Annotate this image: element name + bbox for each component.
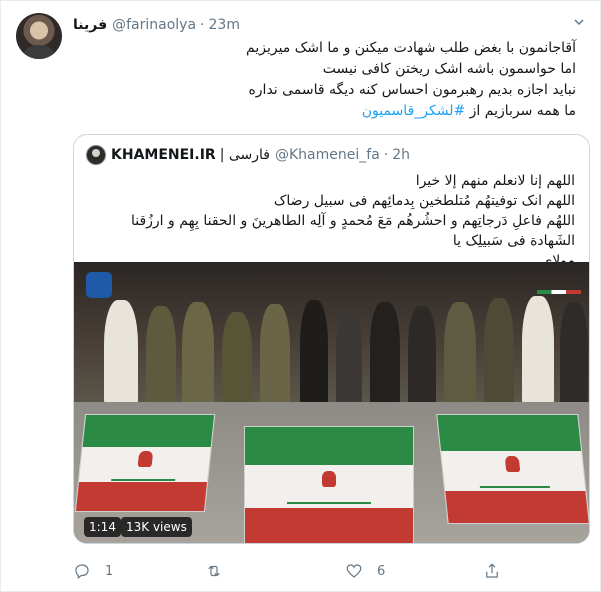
- hashtag-link[interactable]: #لشکر_قاسمیون: [362, 103, 465, 119]
- broadcaster-logo: [86, 272, 112, 298]
- video-duration-badge: 1:14: [84, 517, 121, 537]
- video-figure: [146, 306, 176, 410]
- video-figure: [222, 312, 252, 410]
- quoted-author-name-suffix: | فارسی: [219, 147, 270, 163]
- reply-count: 1: [105, 563, 114, 579]
- video-figure: [560, 302, 588, 410]
- video-figure: [260, 304, 290, 410]
- tweet-card[interactable]: فرينا @farinaolya · 23m آقاجانمون با بغض…: [0, 0, 601, 592]
- quoted-text-line: اللهم إنا لانعلم منهم إلا خيرا: [415, 173, 575, 189]
- quoted-author-name: KHAMENEI.IR: [111, 147, 216, 163]
- quoted-tweet[interactable]: KHAMENEI.IR | فارسی @Khamenei_fa · 2h ال…: [73, 134, 590, 544]
- tweet-text-line-last: ما همه سربازیم از #لشکر_قاسمیون: [76, 101, 576, 122]
- video-views-badge: 13K views: [121, 517, 192, 537]
- separator-dot: ·: [383, 147, 389, 163]
- video-figure: [336, 308, 362, 410]
- video-player[interactable]: 1:14 13K views: [74, 262, 589, 543]
- reply-button[interactable]: 1: [73, 562, 113, 580]
- tweet-text-line: نباید اجازه بدیم رهبرمون احساس کنه دیگه …: [248, 82, 576, 98]
- reply-icon: [75, 564, 89, 579]
- author-handle[interactable]: @farinaolya: [112, 17, 196, 33]
- video-figure: [408, 306, 436, 410]
- video-figure: [522, 296, 554, 410]
- quoted-tweet-text: اللهم إنا لانعلم منهم إلا خيرا اللهم انک…: [88, 171, 575, 271]
- tweet-timestamp[interactable]: 23m: [209, 17, 240, 33]
- channel-logo: [537, 290, 581, 294]
- video-figure: [300, 300, 328, 410]
- quoted-text-line: اللهم انک توفیتهُم مُتلطخین بِدمائِهم فی…: [273, 193, 575, 209]
- share-button[interactable]: [483, 562, 501, 580]
- author-avatar[interactable]: [16, 13, 62, 59]
- video-coffin: [244, 426, 414, 543]
- quoted-text-line: اللهُم فاعلِ دَرجاتِهم و احشُرهُم مَعَ م…: [130, 213, 575, 249]
- quoted-tweet-header: KHAMENEI.IR | فارسی @Khamenei_fa · 2h: [86, 145, 410, 165]
- tweet-actions: 1 6: [73, 562, 593, 582]
- heart-icon: [346, 564, 362, 578]
- quoted-author-avatar: [86, 145, 106, 165]
- tweet-text-line: اما حواسمون باشه اشک ریختن کافی نیست: [322, 61, 576, 77]
- tweet-text: آقاجانمون با بغض طلب شهادت میکنن و ما اش…: [76, 38, 576, 122]
- tweet-text-prefix: ما همه سربازیم از: [465, 103, 576, 119]
- like-count: 6: [377, 563, 386, 579]
- quoted-author-handle: @Khamenei_fa: [275, 147, 380, 163]
- chevron-down-icon[interactable]: [570, 15, 588, 33]
- video-figure: [182, 302, 214, 410]
- video-figure: [370, 302, 400, 410]
- retweet-button[interactable]: [205, 562, 237, 580]
- author-name[interactable]: فرينا: [73, 17, 107, 33]
- separator-dot: ·: [200, 17, 205, 33]
- retweet-icon: [208, 565, 220, 577]
- like-button[interactable]: 6: [345, 562, 385, 580]
- video-figure: [104, 300, 138, 410]
- tweet-text-line: آقاجانمون با بغض طلب شهادت میکنن و ما اش…: [246, 40, 576, 56]
- video-coffin: [74, 414, 216, 512]
- video-figure: [444, 302, 476, 410]
- video-crowd-scene: [74, 262, 589, 412]
- video-figure: [484, 298, 514, 410]
- tweet-header: فرينا @farinaolya · 23m: [73, 15, 240, 35]
- share-icon: [486, 563, 498, 578]
- quoted-tweet-timestamp: 2h: [392, 147, 411, 163]
- video-coffin: [436, 414, 589, 524]
